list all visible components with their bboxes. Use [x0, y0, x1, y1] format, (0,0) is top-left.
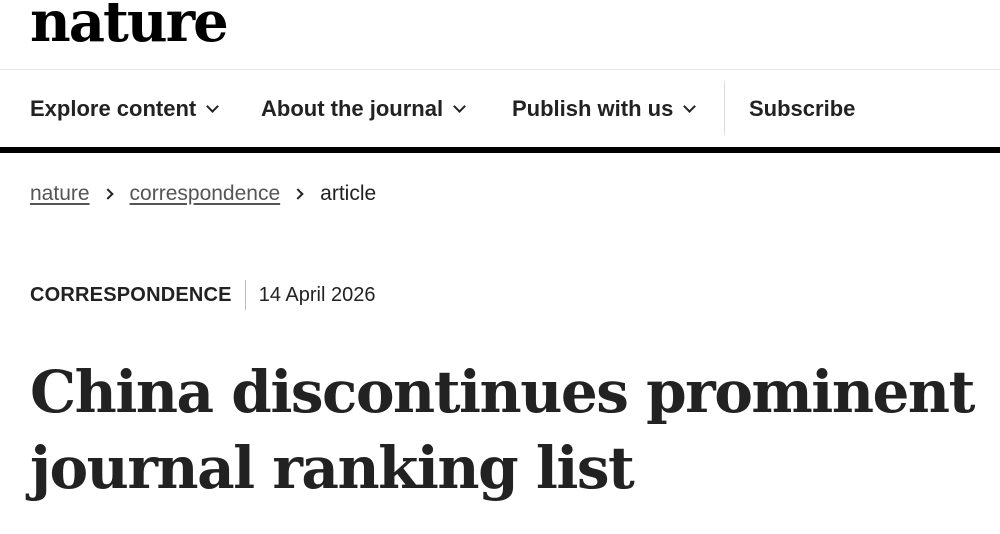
breadcrumb-link-nature[interactable]: nature [30, 182, 90, 206]
breadcrumb-link-correspondence[interactable]: correspondence [130, 182, 281, 206]
nav-subscribe[interactable]: Subscribe [749, 71, 855, 147]
chevron-down-icon [683, 99, 697, 113]
nav-rule [0, 147, 1000, 153]
chevron-right-icon [101, 188, 114, 200]
chevron-right-icon [292, 188, 304, 200]
breadcrumb: nature correspondence article [30, 182, 376, 206]
breadcrumb-current: article [320, 182, 377, 205]
nav-about-journal[interactable]: About the journal [261, 71, 466, 147]
nature-logo[interactable]: nature [30, 0, 229, 50]
site-header: nature [0, 0, 1000, 70]
article-title: China discontinues prominent journal ran… [30, 358, 975, 502]
nav-divider [724, 81, 725, 135]
meta-divider [244, 280, 246, 310]
article-date: 14 April 2026 [258, 283, 376, 306]
nav-publish-label: Publish with us [512, 96, 674, 121]
article-meta: CORRESPONDENCE 14 April 2026 [30, 280, 375, 310]
nav-publish-with-us[interactable]: Publish with us [512, 71, 697, 147]
nav-explore-content[interactable]: Explore content [30, 71, 220, 147]
nav-explore-label: Explore content [30, 96, 197, 121]
article-type-label: CORRESPONDENCE [30, 283, 232, 306]
chevron-down-icon [206, 99, 220, 113]
main-nav: Explore content About the journal Publis… [0, 71, 1000, 147]
nav-about-label: About the journal [261, 96, 444, 121]
chevron-down-icon [453, 99, 466, 113]
